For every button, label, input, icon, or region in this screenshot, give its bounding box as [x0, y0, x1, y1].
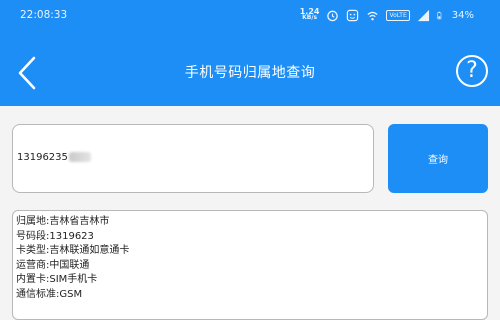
result-line-builtin-card: 内置卡:SIM手机卡	[16, 274, 98, 285]
result-line-carrier: 运营商:中国联通	[16, 259, 90, 271]
net-speed-unit: KB/s	[302, 14, 318, 21]
redacted-digits	[68, 152, 91, 162]
status-time: 22:08:33	[20, 9, 68, 21]
phone-number-text: 13196235	[17, 152, 68, 163]
result-lines: 归属地:吉林省吉林市 号码段:1319623 卡类型:吉林联通如意通卡 运营商:…	[16, 215, 129, 302]
result-line-standard: 通信标准:GSM	[16, 288, 83, 300]
query-button-label: 查询	[428, 155, 448, 166]
net-speed: 1.24 KB/s	[300, 8, 320, 21]
wifi-icon	[367, 11, 379, 20]
app-header: 22:08:33 1.24 KB/s VoLTE 34% 手机号码归属地查询 ?	[0, 0, 500, 106]
battery-icon	[437, 11, 442, 19]
signal-icon	[417, 9, 429, 21]
query-button[interactable]: 查询	[388, 124, 488, 193]
alarm-icon	[327, 10, 339, 21]
help-icon[interactable]: ?	[456, 55, 488, 87]
volte-badge: VoLTE	[386, 9, 410, 21]
phone-input[interactable]: 13196235	[12, 124, 374, 193]
result-line-location: 归属地:吉林省吉林市	[16, 216, 110, 227]
result-panel: 归属地:吉林省吉林市 号码段:1319623 卡类型:吉林联通如意通卡 运营商:…	[12, 210, 488, 320]
page-title: 手机号码归属地查询	[184, 65, 316, 81]
result-line-prefix: 号码段:1319623	[16, 230, 94, 242]
result-line-card-type: 卡类型:吉林联通如意通卡	[16, 245, 130, 256]
status-icons: 1.24 KB/s VoLTE 34%	[300, 7, 474, 23]
face-icon	[347, 9, 359, 21]
phone-input-value[interactable]: 13196235	[17, 152, 91, 163]
battery-percent: 34%	[451, 9, 474, 21]
